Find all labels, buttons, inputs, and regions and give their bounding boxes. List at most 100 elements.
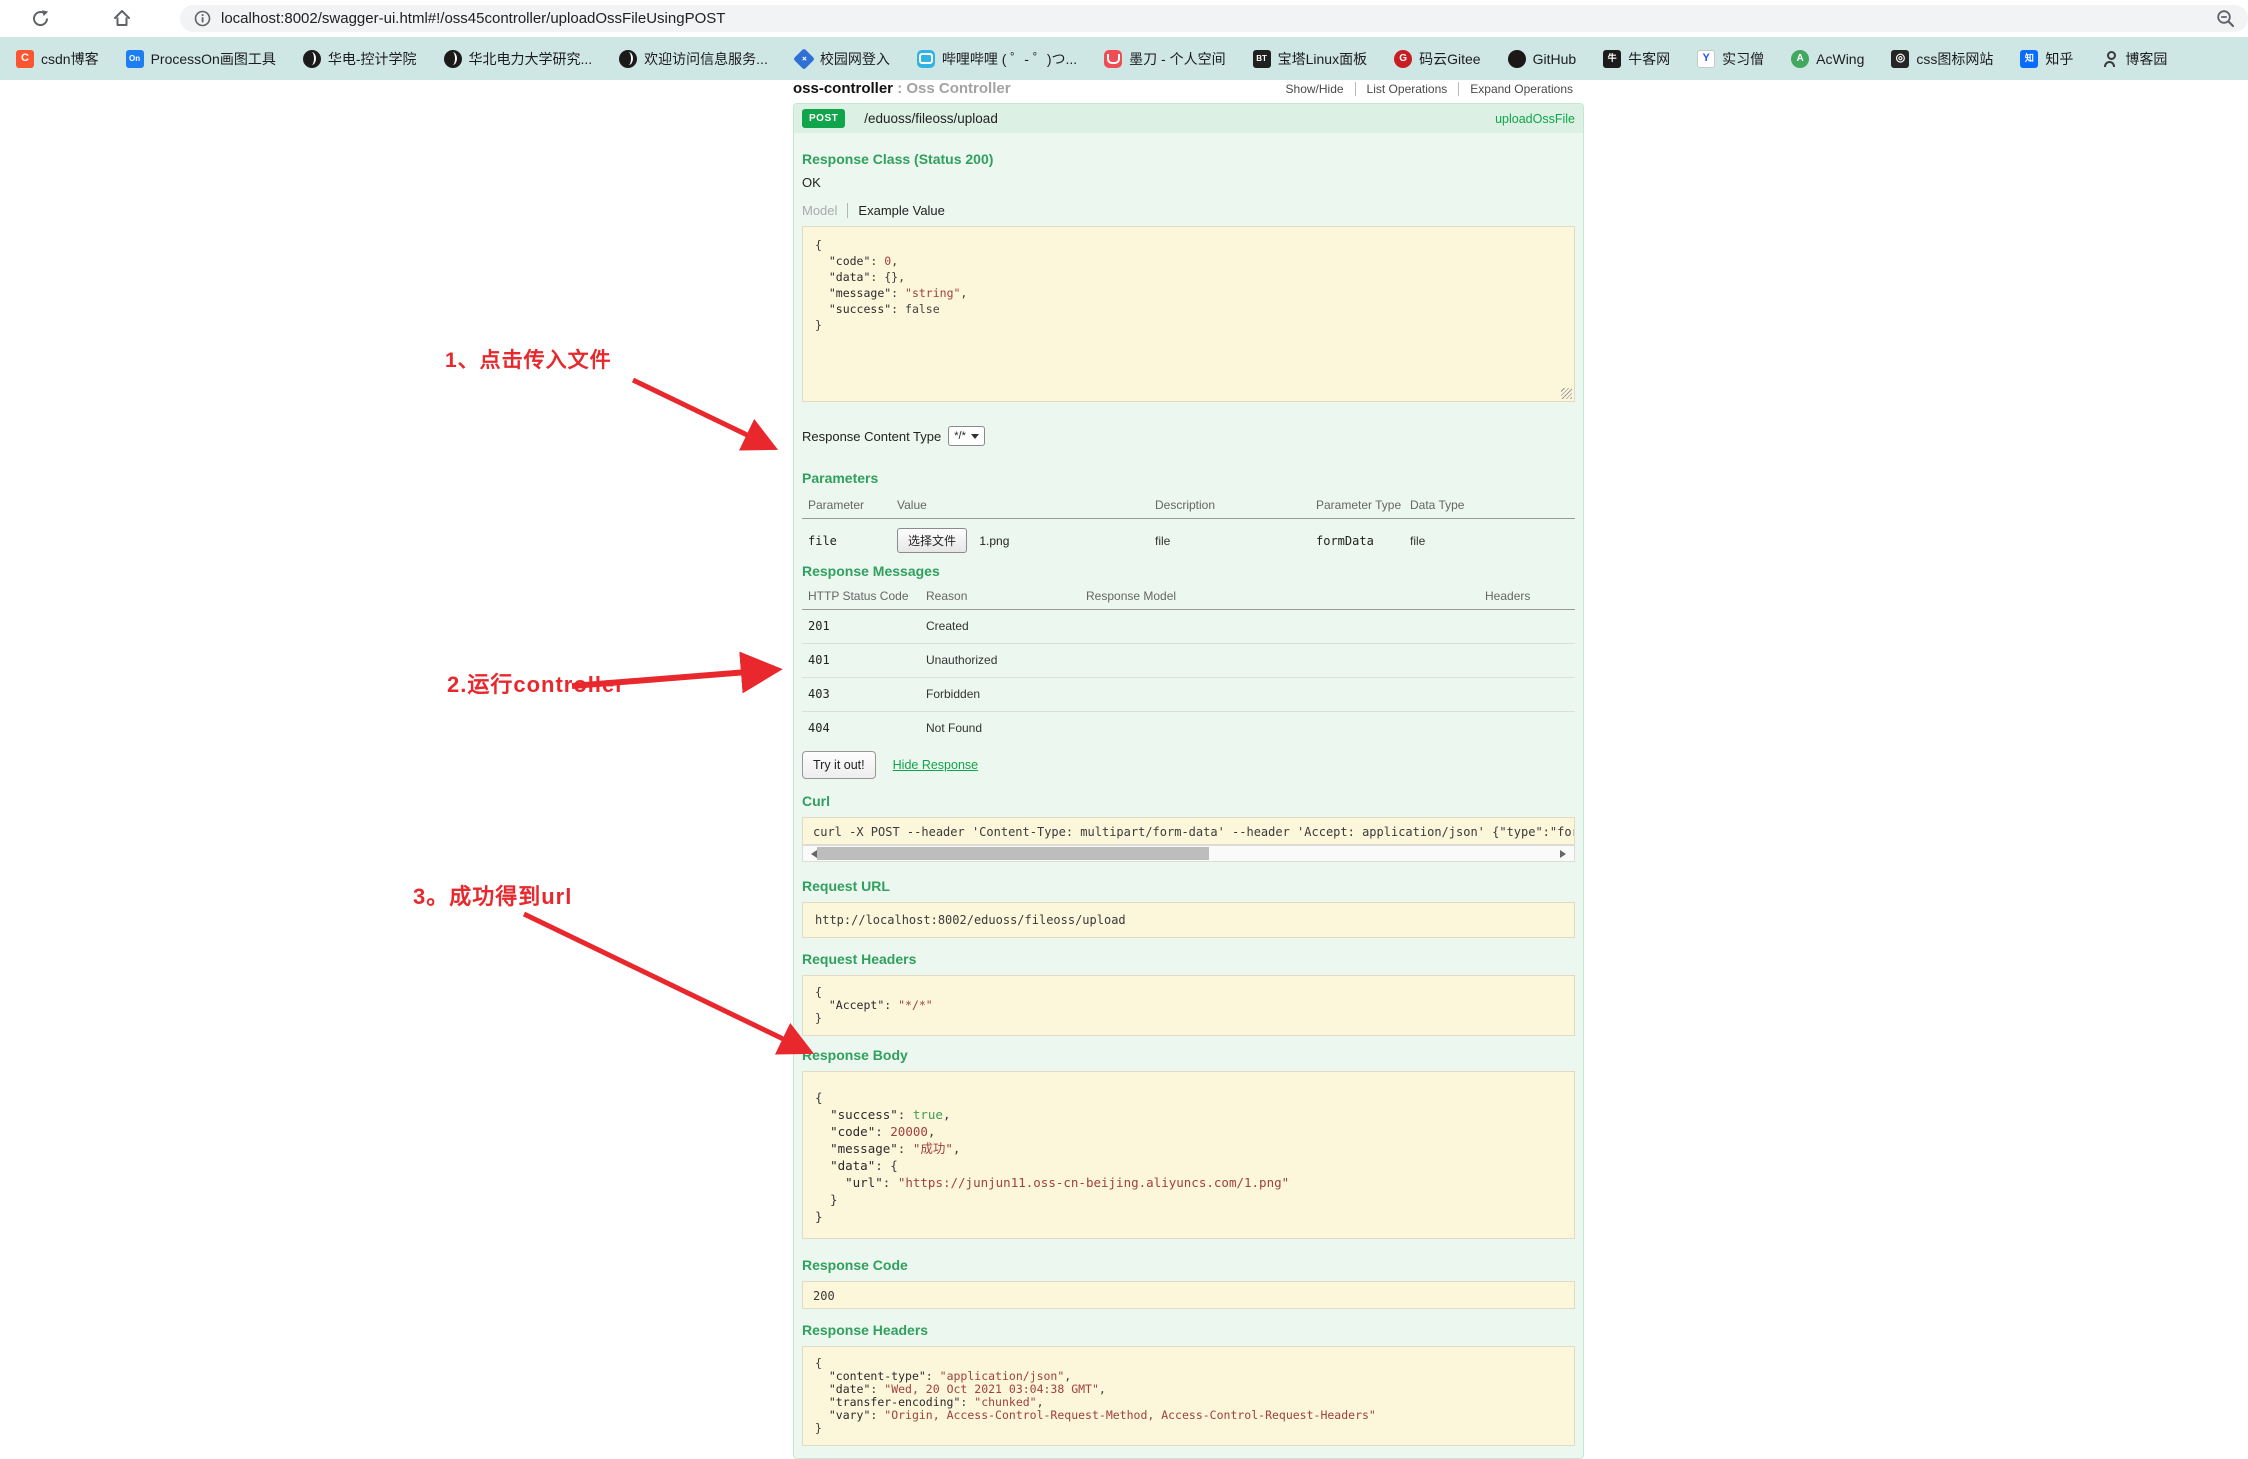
- operation-body: Response Class (Status 200) OK Model Exa…: [794, 133, 1583, 1458]
- info-icon[interactable]: [194, 10, 211, 27]
- annotation-step-2: 2.运行controller: [447, 667, 625, 699]
- operation-path[interactable]: /eduoss/fileoss/upload: [864, 111, 998, 126]
- acwing-icon: A: [1791, 50, 1809, 68]
- bookmark[interactable]: 墨刀 - 个人空间: [1104, 49, 1225, 69]
- curl-horizontal-scrollbar[interactable]: [802, 845, 1575, 862]
- bookmarks-bar: C csdn博客 On ProcessOn画图工具 华电-控计学院 华北电力大学…: [0, 37, 2248, 80]
- bookmark-label: csdn博客: [41, 49, 99, 69]
- controller-link[interactable]: Show/Hide: [1275, 82, 1355, 96]
- zoom-indicator-icon[interactable]: [2216, 9, 2236, 29]
- scroll-right-arrow[interactable]: [1560, 850, 1570, 858]
- annotation-step-3: 3。成功得到url: [413, 879, 572, 911]
- bookmark-icon-glyph: A: [1797, 54, 1804, 64]
- tab-model[interactable]: Model: [802, 203, 848, 218]
- bookmark[interactable]: BT 宝塔Linux面板: [1253, 49, 1367, 69]
- baota-icon: BT: [1253, 50, 1271, 68]
- bookmark-label: 知乎: [2045, 49, 2073, 69]
- bookmark-label: 博客园: [2125, 49, 2167, 69]
- bookmark-label: 码云Gitee: [1419, 49, 1480, 69]
- status-code: 404: [808, 721, 926, 735]
- response-message-row: 201 Created: [802, 610, 1575, 643]
- swagger-operation-panel: oss-controller : Oss Controller Show/Hid…: [793, 80, 1584, 1459]
- resize-grip[interactable]: [1561, 388, 1572, 399]
- tab-example-value[interactable]: Example Value: [848, 203, 944, 218]
- response-body-block: { "success": true, "code": 20000, "messa…: [802, 1071, 1575, 1239]
- home-button[interactable]: [108, 4, 136, 32]
- bookmark-icon-glyph: G: [1399, 54, 1407, 64]
- bookmark[interactable]: 华电-控计学院: [303, 49, 417, 69]
- scrollbar-thumb[interactable]: [817, 847, 1209, 860]
- bookmark-icon-glyph: BT: [1256, 55, 1267, 63]
- bookmark-label: css图标网站: [1916, 49, 1993, 69]
- controller-links: Show/HideList OperationsExpand Operation…: [1275, 82, 1584, 96]
- bookmark-icon-glyph: +: [799, 53, 810, 64]
- controller-link[interactable]: List Operations: [1355, 82, 1459, 96]
- annotation-step-1: 1、点击传入文件: [445, 344, 612, 374]
- bookmark-icon-glyph: 牛: [1608, 54, 1617, 63]
- bookmark[interactable]: + 校园网登入: [795, 49, 890, 69]
- status-code: 403: [808, 687, 926, 701]
- response-message-row: 403 Forbidden: [802, 677, 1575, 711]
- scroll-left-arrow[interactable]: [807, 850, 817, 858]
- bookmark[interactable]: C csdn博客: [16, 49, 99, 69]
- hide-response-link[interactable]: Hide Response: [893, 758, 978, 772]
- bookmark[interactable]: A AcWing: [1791, 50, 1864, 68]
- campus-net-icon: +: [793, 48, 815, 70]
- controller-title: oss-controller : Oss Controller: [793, 80, 1011, 97]
- example-value-block[interactable]: { "code": 0, "data": {}, "message": "str…: [802, 226, 1575, 402]
- bookmark[interactable]: Y 实习僧: [1697, 49, 1764, 69]
- bookmark-label: GitHub: [1533, 51, 1577, 67]
- controller-header: oss-controller : Oss Controller Show/Hid…: [793, 80, 1584, 100]
- http-method-badge: POST: [802, 109, 845, 128]
- bookmark[interactable]: 华北电力大学研究...: [444, 49, 593, 69]
- bookmark[interactable]: 牛 牛客网: [1603, 49, 1670, 69]
- bookmark[interactable]: On ProcessOn画图工具: [126, 49, 276, 69]
- reload-button[interactable]: [26, 4, 54, 32]
- bookmark[interactable]: 欢迎访问信息服务...: [619, 49, 768, 69]
- globe-icon: [444, 50, 462, 68]
- processon-icon: On: [126, 50, 144, 68]
- response-content-type-select[interactable]: */*: [948, 426, 985, 446]
- controller-link[interactable]: Expand Operations: [1458, 82, 1584, 96]
- status-reason: Forbidden: [926, 687, 1086, 701]
- parameter-row: file 选择文件 1.png file formData file: [802, 519, 1575, 563]
- curl-heading: Curl: [802, 793, 1575, 809]
- bookmark[interactable]: 知 知乎: [2020, 49, 2073, 69]
- controller-name[interactable]: oss-controller: [793, 80, 893, 97]
- parameters-heading: Parameters: [802, 470, 1575, 486]
- operation-nickname-link[interactable]: uploadOssFile: [1495, 112, 1575, 126]
- css-icons-icon: ◎: [1891, 50, 1909, 68]
- url-text[interactable]: localhost:8002/swagger-ui.html#!/oss45co…: [221, 10, 725, 27]
- parameter-description: file: [1155, 534, 1316, 548]
- bookmark[interactable]: GitHub: [1508, 50, 1577, 68]
- bookmark-label: 华北电力大学研究...: [469, 49, 593, 69]
- request-headers-block: { "Accept": "*/*" }: [802, 975, 1575, 1036]
- address-bar[interactable]: localhost:8002/swagger-ui.html#!/oss45co…: [180, 5, 2248, 32]
- bookmark-label: 华电-控计学院: [328, 49, 417, 69]
- bookmark[interactable]: 博客园: [2100, 49, 2167, 69]
- try-it-out-button[interactable]: Try it out!: [802, 751, 876, 779]
- try-it-out-row: Try it out! Hide Response: [802, 751, 1575, 779]
- response-messages-table-header: HTTP Status Code Reason Response Model H…: [802, 585, 1575, 610]
- cnblogs-icon: [2100, 50, 2118, 68]
- choose-file-button[interactable]: 选择文件: [897, 528, 967, 553]
- bookmark[interactable]: 哔哩哔哩 ( ゜- ゜)つ...: [917, 49, 1077, 69]
- response-message-row: 401 Unauthorized: [802, 643, 1575, 677]
- curl-command-block: curl -X POST --header 'Content-Type: mul…: [802, 817, 1575, 845]
- bookmark-label: 校园网登入: [820, 49, 890, 69]
- gitee-icon: G: [1394, 50, 1412, 68]
- bilibili-icon: [917, 50, 935, 68]
- request-url-block: http://localhost:8002/eduoss/fileoss/upl…: [802, 902, 1575, 938]
- github-icon: [1508, 50, 1526, 68]
- bookmark[interactable]: G 码云Gitee: [1394, 49, 1480, 69]
- bookmark-label: 实习僧: [1722, 49, 1764, 69]
- status-reason: Created: [926, 619, 1086, 633]
- bookmark[interactable]: ◎ css图标网站: [1891, 49, 1993, 69]
- response-class-heading: Response Class (Status 200): [802, 151, 1575, 167]
- operation-header[interactable]: POST /eduoss/fileoss/upload uploadOssFil…: [794, 104, 1583, 133]
- response-body-heading: Response Body: [802, 1047, 1575, 1063]
- file-input: 选择文件 1.png: [897, 528, 1155, 553]
- response-message-row: 404 Not Found: [802, 711, 1575, 745]
- response-code-block: 200: [802, 1281, 1575, 1309]
- parameters-table: Parameter Value Description Parameter Ty…: [802, 494, 1575, 563]
